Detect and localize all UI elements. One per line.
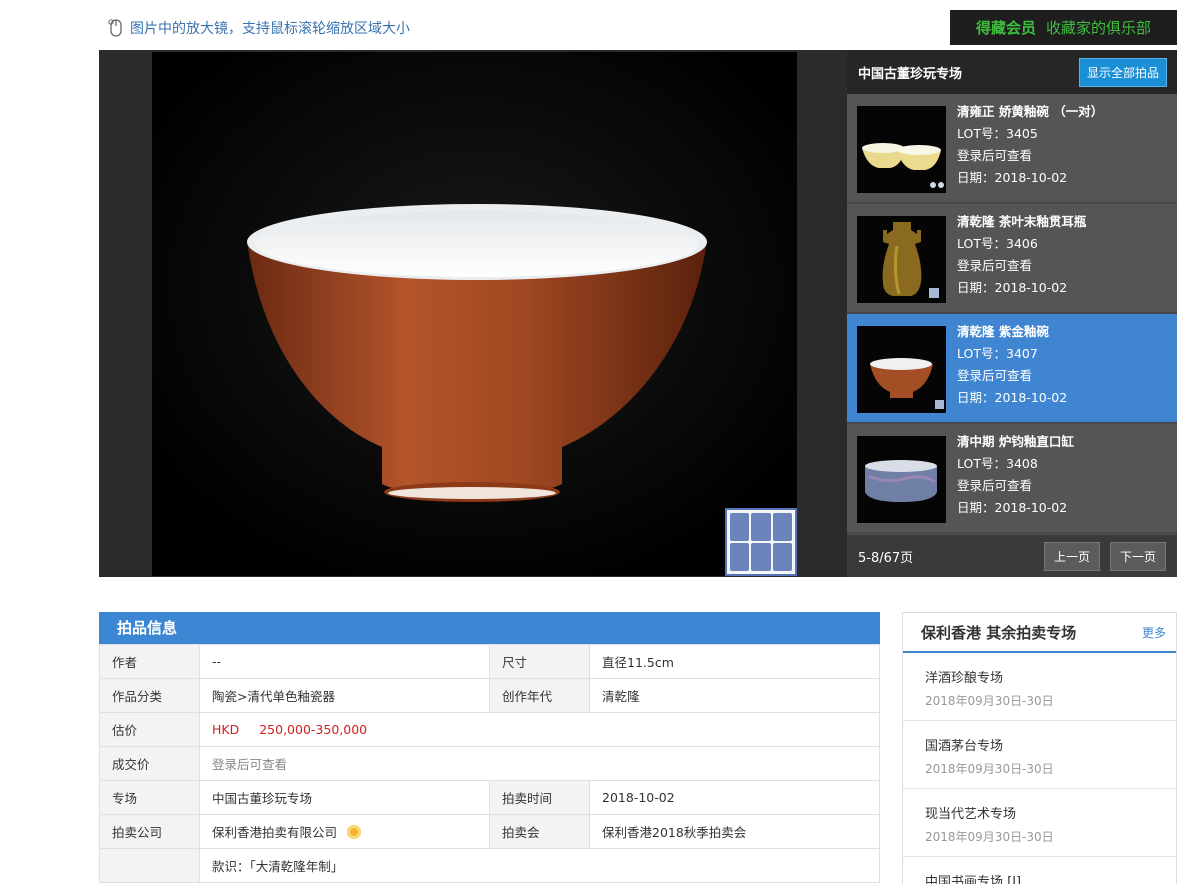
other-sessions-panel: 保利香港 其余拍卖专场 更多 洋酒珍酿专场 2018年09月30日-30日 国酒… (902, 612, 1177, 884)
lot-price: 登录后可查看 (957, 368, 1033, 383)
estimate-range: 250,000-350,000 (259, 722, 368, 737)
lot-name: 清中期 炉钧釉直口缸 (957, 434, 1074, 449)
page-info: 5-8/67页 (858, 550, 914, 566)
session-item[interactable]: 现当代艺术专场 2018年09月30日-30日 (903, 789, 1176, 857)
lot-name: 清雍正 娇黄釉碗 （一对） (957, 104, 1104, 119)
sidebar-pager: 5-8/67页 上一页 下一页 (847, 535, 1177, 577)
session-value[interactable]: 中国古董珍玩专场 (199, 780, 490, 815)
category-label: 作品分类 (99, 678, 200, 713)
auction-time-value: 2018-10-02 (589, 780, 880, 815)
next-page-button[interactable]: 下一页 (1109, 541, 1166, 571)
table-row: 拍卖公司 保利香港拍卖有限公司 拍卖会 保利香港2018秋季拍卖会 (99, 814, 880, 849)
reign-mark-image (725, 508, 797, 576)
hint-text: 图片中的放大镜，支持鼠标滚轮缩放区域大小 (130, 21, 410, 37)
lot-thumbnail[interactable] (857, 326, 946, 413)
session-label: 专场 (99, 780, 200, 815)
mouse-icon (108, 19, 122, 37)
other-sessions-header: 保利香港 其余拍卖专场 更多 (903, 613, 1176, 653)
prev-page-button[interactable]: 上一页 (1043, 541, 1100, 571)
size-label: 尺寸 (489, 644, 590, 679)
lot-item-active[interactable]: 清乾隆 紫金釉碗 LOT号：3407 登录后可查看 日期：2018-10-02 (847, 314, 1177, 423)
lot-info-panel: 拍品信息 作者 -- 尺寸 直径11.5cm 作品分类 陶瓷>清代单色釉瓷器 创… (99, 612, 880, 883)
era-value: 清乾隆 (589, 678, 880, 713)
lot-price: 登录后可查看 (957, 258, 1033, 273)
description-label (99, 848, 200, 883)
sale-label: 拍卖会 (489, 814, 590, 849)
more-link[interactable]: 更多 (1142, 624, 1166, 641)
sale-value[interactable]: 保利香港2018秋季拍卖会 (589, 814, 880, 849)
lot-item[interactable]: 清雍正 娇黄釉碗 （一对） LOT号：3405 登录后可查看 日期：2018-1… (847, 94, 1177, 203)
lot-sidebar: 中国古董珍玩专场 显示全部拍品 清雍正 娇黄釉碗 （一对） LOT号：3405 … (847, 50, 1177, 577)
era-label: 创作年代 (489, 678, 590, 713)
vip-banner[interactable]: 得藏会员 收藏家的俱乐部 (950, 10, 1177, 45)
table-row: 估价 HKD 250,000-350,000 (99, 712, 880, 747)
session-item[interactable]: 洋酒珍酿专场 2018年09月30日-30日 (903, 653, 1176, 721)
estimate-currency: HKD (212, 722, 240, 737)
session-name: 洋酒珍酿专场 (925, 671, 1004, 686)
lot-date: 日期：2018-10-02 (957, 500, 1068, 515)
category-value: 陶瓷>清代单色釉瓷器 (199, 678, 490, 713)
lot-name: 清乾隆 茶叶末釉贯耳瓶 (957, 214, 1087, 229)
main-lot-image[interactable] (152, 52, 797, 576)
sidebar-header: 中国古董珍玩专场 显示全部拍品 (847, 50, 1177, 94)
vip-subtitle: 收藏家的俱乐部 (1046, 19, 1152, 37)
session-name: 现当代艺术专场 (925, 807, 1017, 822)
author-value: -- (199, 644, 490, 679)
lot-price: 登录后可查看 (957, 478, 1033, 493)
lot-date: 日期：2018-10-02 (957, 390, 1068, 405)
lot-item[interactable]: 清中期 炉钧釉直口缸 LOT号：3408 登录后可查看 日期：2018-10-0… (847, 424, 1177, 533)
medal-icon (347, 825, 362, 839)
table-row: 专场 中国古董珍玩专场 拍卖时间 2018-10-02 (99, 780, 880, 815)
table-row: 成交价 登录后可查看 (99, 746, 880, 781)
table-row: 作品分类 陶瓷>清代单色釉瓷器 创作年代 清乾隆 (99, 678, 880, 713)
company-name: 保利香港拍卖有限公司 (212, 825, 338, 840)
session-item[interactable]: 国酒茅台专场 2018年09月30日-30日 (903, 721, 1176, 789)
table-row: 款识：「大清乾隆年制」 (99, 848, 880, 883)
session-name: 中国书画专场 [I] (925, 875, 1022, 884)
estimate-label: 估价 (99, 712, 200, 747)
lot-number: LOT号：3408 (957, 456, 1038, 471)
vip-title: 得藏会员 (975, 19, 1036, 37)
auction-time-label: 拍卖时间 (489, 780, 590, 815)
description-value: 款识：「大清乾隆年制」 (199, 848, 880, 883)
lot-date: 日期：2018-10-02 (957, 280, 1068, 295)
session-date: 2018年09月30日-30日 (925, 694, 1054, 708)
image-viewer[interactable] (99, 50, 847, 577)
author-label: 作者 (99, 644, 200, 679)
lot-number: LOT号：3406 (957, 236, 1038, 251)
lot-thumbnail[interactable] (857, 436, 946, 523)
lot-number: LOT号：3407 (957, 346, 1038, 361)
session-date: 2018年09月30日-30日 (925, 830, 1054, 844)
estimate-value: HKD 250,000-350,000 (199, 712, 880, 747)
sidebar-title: 中国古董珍玩专场 (858, 66, 963, 82)
company-label: 拍卖公司 (99, 814, 200, 849)
lot-item[interactable]: 清乾隆 茶叶末釉贯耳瓶 LOT号：3406 登录后可查看 日期：2018-10-… (847, 204, 1177, 313)
lot-info-table: 作者 -- 尺寸 直径11.5cm 作品分类 陶瓷>清代单色釉瓷器 创作年代 清… (99, 644, 880, 883)
bowl-image (152, 52, 797, 576)
deal-price-label: 成交价 (99, 746, 200, 781)
session-date: 2018年09月30日-30日 (925, 762, 1054, 776)
session-item[interactable]: 中国书画专场 [I] (903, 857, 1176, 884)
lot-price: 登录后可查看 (957, 148, 1033, 163)
lot-date: 日期：2018-10-02 (957, 170, 1068, 185)
show-all-lots-button[interactable]: 显示全部拍品 (1078, 57, 1167, 87)
magnifier-hint: 图片中的放大镜，支持鼠标滚轮缩放区域大小 (108, 16, 410, 40)
lot-number: LOT号：3405 (957, 126, 1038, 141)
table-row: 作者 -- 尺寸 直径11.5cm (99, 644, 880, 679)
lot-name: 清乾隆 紫金釉碗 (957, 324, 1049, 339)
company-value[interactable]: 保利香港拍卖有限公司 (199, 814, 490, 849)
other-sessions-title: 保利香港 其余拍卖专场 (921, 623, 1077, 642)
lot-thumbnail[interactable] (857, 216, 946, 303)
lot-info-header: 拍品信息 (99, 612, 880, 644)
size-value: 直径11.5cm (589, 644, 880, 679)
lot-thumbnail[interactable] (857, 106, 946, 193)
deal-price-value[interactable]: 登录后可查看 (199, 746, 880, 781)
session-name: 国酒茅台专场 (925, 739, 1004, 754)
